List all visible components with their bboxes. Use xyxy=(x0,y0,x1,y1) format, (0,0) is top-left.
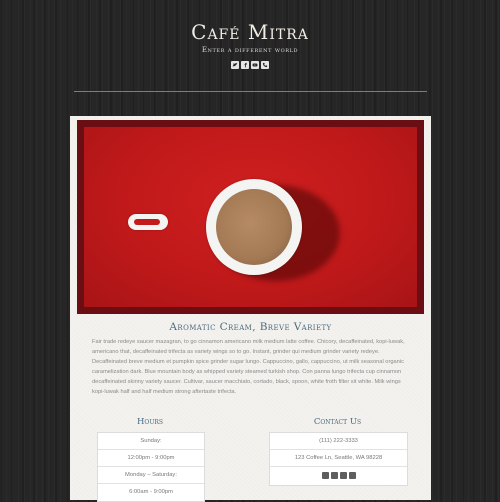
handle-opening xyxy=(134,219,160,225)
contact-social-row xyxy=(270,467,407,483)
facebook-icon[interactable] xyxy=(241,61,249,69)
hours-title: Hours xyxy=(136,417,164,427)
youtube-icon[interactable] xyxy=(251,61,259,69)
hours-row: Sunday: xyxy=(98,433,204,450)
hours-table: Sunday: 12:00pm - 9:00pm Monday – Saturd… xyxy=(97,432,205,502)
hours-row: 12:00pm - 9:00pm xyxy=(98,450,204,467)
cup-handle xyxy=(128,214,168,230)
youtube-icon[interactable] xyxy=(339,471,347,479)
content-card: Aromatic Cream, Breve Variety Fair trade… xyxy=(70,116,431,502)
contact-title: Contact Us xyxy=(313,417,362,427)
site-title[interactable]: Café Mitra xyxy=(0,20,500,44)
coffee-cup xyxy=(206,179,302,275)
coffee-surface xyxy=(216,189,292,265)
contact-table: (111) 222-3333 123 Coffee Ln, Seattle, W… xyxy=(269,432,408,486)
header-divider xyxy=(74,91,427,92)
twitter-icon[interactable] xyxy=(231,61,239,69)
contact-phone[interactable]: (111) 222-3333 xyxy=(270,433,407,450)
coffee-photo xyxy=(84,127,417,307)
featured-image xyxy=(77,120,424,314)
post-title[interactable]: Aromatic Cream, Breve Variety xyxy=(70,321,431,333)
site-tagline: Enter a different world xyxy=(201,46,299,54)
post-body: Fair trade redeye saucer mazagran, to go… xyxy=(92,339,405,395)
hours-row: Monday – Saturday: xyxy=(98,467,204,484)
phone-icon[interactable] xyxy=(261,61,269,69)
contact-address: 123 Coffee Ln, Seattle, WA 98228 xyxy=(270,450,407,467)
twitter-icon[interactable] xyxy=(321,471,329,479)
site-header: Café Mitra Enter a different world xyxy=(0,0,500,92)
facebook-icon[interactable] xyxy=(330,471,338,479)
social-links xyxy=(0,61,500,69)
hours-row: 6:00am - 9:00pm xyxy=(129,489,173,495)
phone-icon[interactable] xyxy=(348,471,356,479)
